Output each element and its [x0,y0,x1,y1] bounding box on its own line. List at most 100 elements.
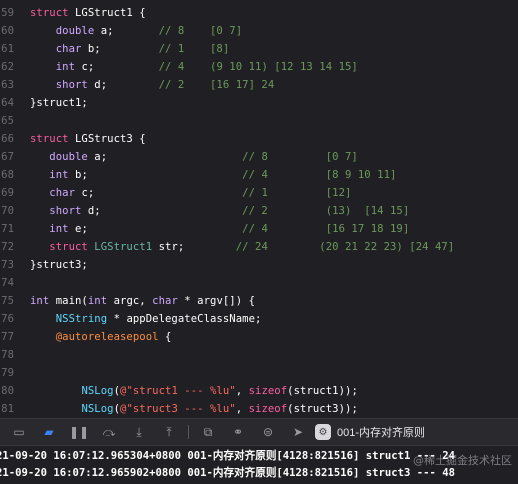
code-line[interactable]: 68 int b; // 4 [8 9 10 11] [0,166,396,184]
code-token: , [235,403,249,415]
code-token: (struct3)); [287,403,358,415]
code-line[interactable]: 81 NSLog(@"struct3 --- %lu", sizeof(stru… [0,400,358,418]
view-hierarchy-icon[interactable]: ⧉ [197,421,219,443]
code-token: (struct1)); [287,385,358,397]
code-line[interactable]: 77 @autoreleasepool { [0,328,171,346]
code-line[interactable]: 67 double a; // 8 [0 7] [0,148,358,166]
code-line[interactable]: 72 struct LGStruct1 str; // 24 (20 21 22… [0,238,454,256]
code-line[interactable]: 59 struct LGStruct1 { [0,4,146,22]
code-token: NSString [55,313,108,325]
code-line[interactable]: 74 [0,274,30,292]
code-token: main( [55,295,88,307]
code-token: { [158,331,172,343]
code-token: short [49,205,82,217]
pause-icon[interactable]: ❚❚ [68,421,90,443]
code-line[interactable]: 79 [0,364,30,382]
line-number: 73 [1,259,14,271]
debug-toolbar: ▭ ▰ ❚❚ ⤼ ⤓ ⤒ ⧉ ⚭ ⊜ ➤ ⚙ 001-内存对齐原则 [0,418,518,446]
step-over-icon[interactable]: ⤼ [98,421,120,443]
code-token: @"struct3 --- %lu" [120,403,236,415]
code-token: // 2 [16 17] 24 [158,79,275,91]
toolbar-divider [188,425,189,439]
step-into-icon[interactable]: ⤓ [128,421,150,443]
line-number: 69 [1,187,14,199]
code-token: b; [81,43,159,55]
code-line[interactable]: 69 char c; // 1 [12] [0,184,351,202]
code-token: @"struct1 --- %lu" [120,385,236,397]
code-line[interactable]: 65 [0,112,30,130]
code-token: NSLog [81,385,114,397]
code-line[interactable]: 64}struct1; [0,94,88,112]
app-target-icon: ⚙ [315,424,331,440]
line-number: 72 [1,241,14,253]
code-token: // 8 [0 7] [158,25,243,37]
line-number: 79 [1,367,14,379]
line-number: 66 [1,133,14,145]
code-token: LGStruct3 { [75,133,146,145]
code-token: struct [30,133,75,145]
target-selector[interactable]: ⚙ 001-内存对齐原则 [315,424,425,440]
code-token: @autoreleasepool [55,331,159,343]
step-out-icon[interactable]: ⤒ [158,421,180,443]
code-token: int [30,295,56,307]
code-token: * argv[]) { [177,295,256,307]
code-token: }struct1; [30,97,88,109]
code-token: // 8 [0 7] [242,151,358,163]
line-number: 70 [1,205,14,217]
memory-graph-icon[interactable]: ⚭ [227,421,249,443]
line-number: 71 [1,223,14,235]
line-number: 74 [1,277,14,289]
code-token: LGStruct1 { [75,7,146,19]
code-token: char [49,187,76,199]
code-editor[interactable]: 59 struct LGStruct1 {60 double a; // 8 [0… [0,0,518,418]
code-token: // 1 [8] [158,43,230,55]
breakpoints-toggle-icon[interactable]: ▰ [38,421,60,443]
code-token: d; [81,205,243,217]
code-line[interactable]: 70 short d; // 2 (13) [14 15] [0,202,409,220]
code-token: LGStruct1 [94,241,153,253]
line-number: 76 [1,313,14,325]
code-token: }struct3; [30,259,88,271]
code-token: // 24 (20 21 22 23) [24 47] [235,241,455,253]
code-token: short [55,79,88,91]
line-number: 63 [1,79,14,91]
line-number: 75 [1,295,14,307]
code-line[interactable]: 60 double a; // 8 [0 7] [0,22,242,40]
code-token: // 2 (13) [14 15] [242,205,410,217]
code-token: a; [94,25,159,37]
code-line[interactable]: 61 char b; // 1 [8] [0,40,229,58]
line-number: 67 [1,151,14,163]
code-token: char [55,43,82,55]
code-line[interactable]: 76 NSString * appDelegateClassName; [0,310,261,328]
code-token: int [49,169,69,181]
code-token: int [87,295,108,307]
code-line[interactable]: 63 short d; // 2 [16 17] 24 [0,76,274,94]
code-line[interactable]: 73 }struct3; [0,256,88,274]
code-token: sizeof [248,385,288,397]
code-line[interactable]: 66 struct LGStruct3 { [0,130,146,148]
code-token: // 4 (9 10 11) [12 13 14 15] [158,61,358,73]
code-line[interactable]: 78 [0,346,30,364]
code-line[interactable]: 75 int main(int argc, char * argv[]) { [0,292,255,310]
code-token: * appDelegateClassName; [107,313,262,325]
debug-area-toggle-icon[interactable]: ▭ [8,421,30,443]
code-token: int [55,61,76,73]
code-line[interactable]: 71 int e; // 4 [16 17 18 19] [0,220,409,238]
line-number: 62 [1,61,14,73]
code-line[interactable]: 62 int c; // 4 (9 10 11) [12 13 14 15] [0,58,358,76]
code-token: struct [30,7,75,19]
simulate-location-icon[interactable]: ➤ [287,421,309,443]
code-line[interactable]: 80 NSLog(@"struct1 --- %lu", sizeof(stru… [0,382,358,400]
line-number: 80 [1,385,14,397]
code-token: c; [75,187,243,199]
environment-overrides-icon[interactable]: ⊜ [257,421,279,443]
code-token: double [55,25,95,37]
